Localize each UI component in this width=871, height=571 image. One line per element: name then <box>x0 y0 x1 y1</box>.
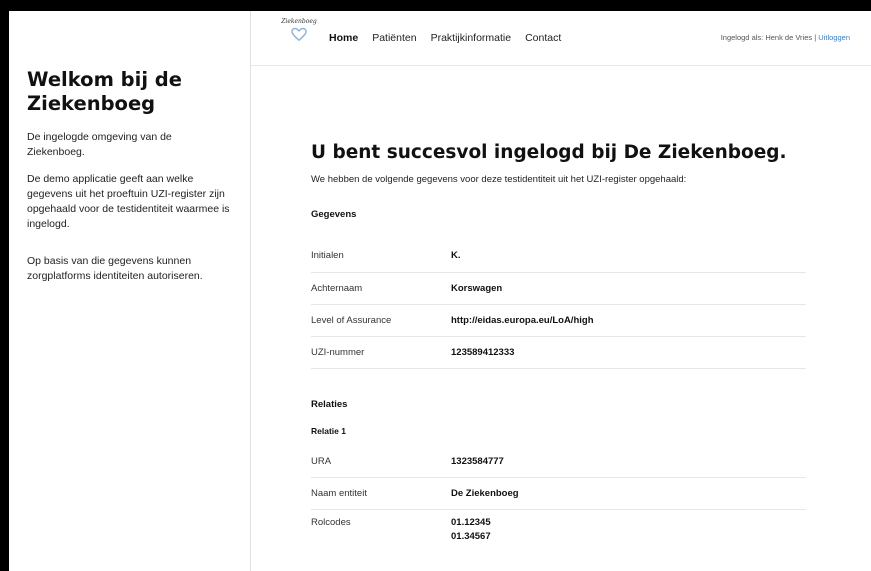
user-info: Ingelogd als: Henk de Vries | Uitloggen <box>721 33 850 42</box>
row-label: Initialen <box>311 240 451 273</box>
heart-icon <box>291 27 307 42</box>
relatie-table: URA 1323584777 Naam entiteit De Ziekenbo… <box>311 445 806 545</box>
row-value: K. <box>451 240 806 273</box>
gegevens-table: Initialen K. Achternaam Korswagen Level … <box>311 240 806 369</box>
relaties-title: Relaties <box>311 398 348 410</box>
separator: | <box>814 33 817 42</box>
table-row: Rolcodes 01.12345 01.34567 <box>311 510 806 545</box>
page-title: U bent succesvol ingelogd bij De Ziekenb… <box>311 142 787 163</box>
row-value: 1323584777 <box>451 445 806 478</box>
logged-in-user: Ingelogd als: Henk de Vries <box>720 33 813 42</box>
nav-home[interactable]: Home <box>329 32 358 44</box>
rolcodes-values: 01.12345 01.34567 <box>451 510 806 545</box>
row-value: De Ziekenboeg <box>451 477 806 510</box>
row-label: URA <box>311 445 451 478</box>
row-value: http://eidas.europa.eu/LoA/high <box>451 304 806 337</box>
sidebar-paragraph: De demo applicatie geeft aan welke gegev… <box>27 173 230 230</box>
table-row: UZI-nummer 123589412333 <box>311 336 806 369</box>
ziekenboeg-logo[interactable]: Ziekenboeg <box>281 18 317 54</box>
table-row: URA 1323584777 <box>311 445 806 478</box>
app-frame: Welkom bij de Ziekenboeg De ingelogde om… <box>9 11 871 571</box>
table-row: Achternaam Korswagen <box>311 272 806 305</box>
rolcode: 01.34567 <box>451 531 491 542</box>
sidebar-paragraph: De ingelogde omgeving van de Ziekenboeg. <box>27 131 172 158</box>
nav-contact[interactable]: Contact <box>525 32 561 44</box>
sidebar-paragraph: Op basis van die gegevens kunnen zorgpla… <box>27 255 203 282</box>
nav-praktijkinformatie[interactable]: Praktijkinformatie <box>431 32 512 44</box>
logout-link[interactable]: Uitloggen <box>818 33 850 42</box>
intro-text: We hebben de volgende gegevens voor deze… <box>311 174 687 185</box>
gegevens-title: Gegevens <box>311 209 357 220</box>
row-value: 123589412333 <box>451 336 806 369</box>
table-row: Naam entiteit De Ziekenboeg <box>311 477 806 510</box>
row-label: Naam entiteit <box>311 477 451 510</box>
top-nav-bar: Ziekenboeg Home Patiënten Praktijkinform… <box>251 11 871 66</box>
logo-text: Ziekenboeg <box>281 18 317 25</box>
sidebar-heading: Welkom bij de Ziekenboeg <box>27 68 182 115</box>
row-label: UZI-nummer <box>311 336 451 369</box>
page-content: U bent succesvol ingelogd bij De Ziekenb… <box>251 66 871 544</box>
relatie-title: Relatie 1 <box>311 425 346 436</box>
row-value: Korswagen <box>451 272 806 305</box>
row-label: Rolcodes <box>311 517 351 528</box>
rolcode: 01.12345 <box>451 517 491 528</box>
row-label: Achternaam <box>311 272 451 305</box>
main-nav: Home Patiënten Praktijkinformatie Contac… <box>329 32 561 44</box>
table-row: Initialen K. <box>311 240 806 273</box>
main-area: Ziekenboeg Home Patiënten Praktijkinform… <box>251 11 871 571</box>
sidebar: Welkom bij de Ziekenboeg De ingelogde om… <box>9 11 251 571</box>
table-row: Level of Assurance http://eidas.europa.e… <box>311 304 806 337</box>
row-label: Level of Assurance <box>311 304 451 337</box>
nav-patienten[interactable]: Patiënten <box>372 32 416 44</box>
